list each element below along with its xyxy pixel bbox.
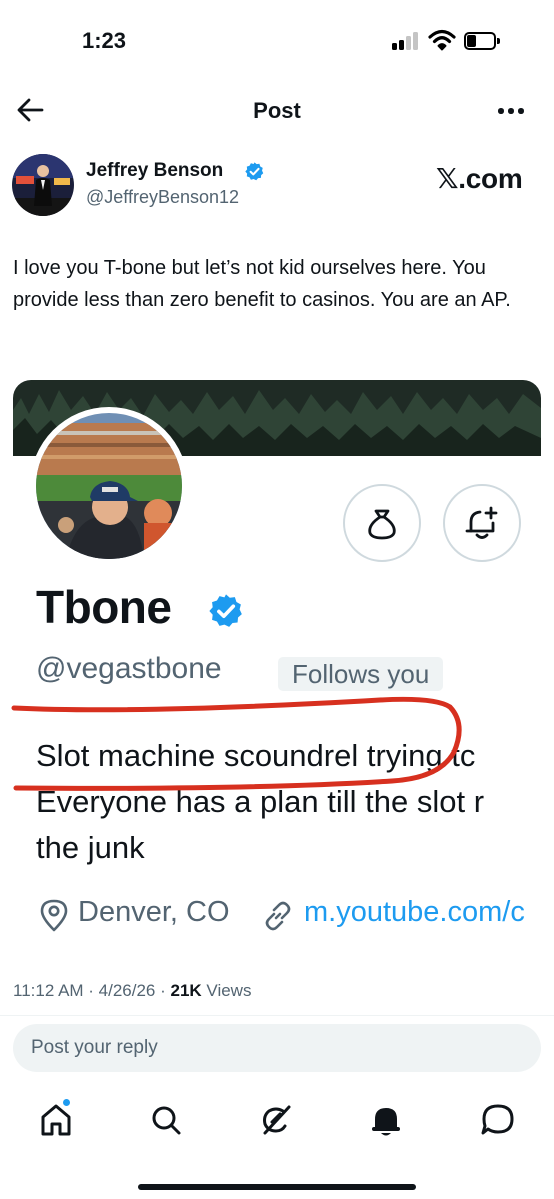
messages-icon[interactable] xyxy=(478,1100,518,1140)
money-bag-icon xyxy=(368,509,396,540)
home-indicator xyxy=(138,1184,416,1190)
profile-info-row: Denver, CO m.youtube.com/c xyxy=(36,894,541,934)
bell-plus-icon xyxy=(465,506,498,539)
tip-button[interactable] xyxy=(343,484,421,562)
embedded-profile-image: Tbone @vegastbone Follows you Slot machi… xyxy=(13,380,541,960)
home-icon[interactable] xyxy=(36,1100,76,1140)
reply-input[interactable] xyxy=(13,1024,541,1072)
post-timestamp: 11:12 AM · 4/26/26 · xyxy=(13,981,171,1000)
author-handle[interactable]: @JeffreyBenson12 xyxy=(86,187,239,208)
profile-bio: Slot machine scoundrel trying tc Everyon… xyxy=(36,733,541,871)
link-icon xyxy=(265,901,291,931)
grok-icon[interactable] xyxy=(256,1100,296,1140)
post-meta: 11:12 AM · 4/26/26 · 21K Views xyxy=(13,981,251,1001)
search-icon[interactable] xyxy=(146,1100,186,1140)
notify-button[interactable] xyxy=(443,484,521,562)
cellular-signal-icon xyxy=(392,32,422,50)
page-title: Post xyxy=(253,98,301,123)
top-nav: Post xyxy=(0,80,554,142)
bio-line: the junk xyxy=(36,830,145,865)
verified-badge-icon xyxy=(209,594,242,627)
profile-name: Tbone xyxy=(36,581,172,633)
notifications-icon[interactable] xyxy=(366,1100,406,1140)
more-options-icon[interactable] xyxy=(496,106,526,116)
location-pin-icon xyxy=(40,899,68,932)
profile-avatar xyxy=(30,407,188,565)
views-label: Views xyxy=(201,981,252,1000)
verified-badge-icon xyxy=(245,162,264,181)
profile-handle: @vegastbone xyxy=(36,652,222,685)
tweet-text: I love you T-bone but let’s not kid ours… xyxy=(13,257,511,311)
status-bar: 1:23 xyxy=(0,0,554,80)
bio-line: Everyone has a plan till the slot r xyxy=(36,784,485,819)
unread-indicator-dot xyxy=(62,1098,71,1107)
status-time: 1:23 xyxy=(82,28,127,53)
profile-location: Denver, CO xyxy=(78,896,230,928)
wifi-icon xyxy=(428,29,456,51)
author-name[interactable]: Jeffrey Benson xyxy=(86,160,223,182)
battery-icon xyxy=(464,32,500,50)
author-avatar[interactable] xyxy=(12,154,74,216)
profile-link: m.youtube.com/c xyxy=(304,896,525,928)
follows-you-badge: Follows you xyxy=(278,657,444,691)
x-com-label: 𝕏.com xyxy=(436,163,523,194)
bottom-tab-bar xyxy=(0,1092,554,1152)
divider xyxy=(0,1015,554,1016)
reply-box xyxy=(13,1024,541,1072)
views-count: 21K xyxy=(170,981,202,1000)
bio-line: Slot machine scoundrel trying tc xyxy=(36,738,476,773)
